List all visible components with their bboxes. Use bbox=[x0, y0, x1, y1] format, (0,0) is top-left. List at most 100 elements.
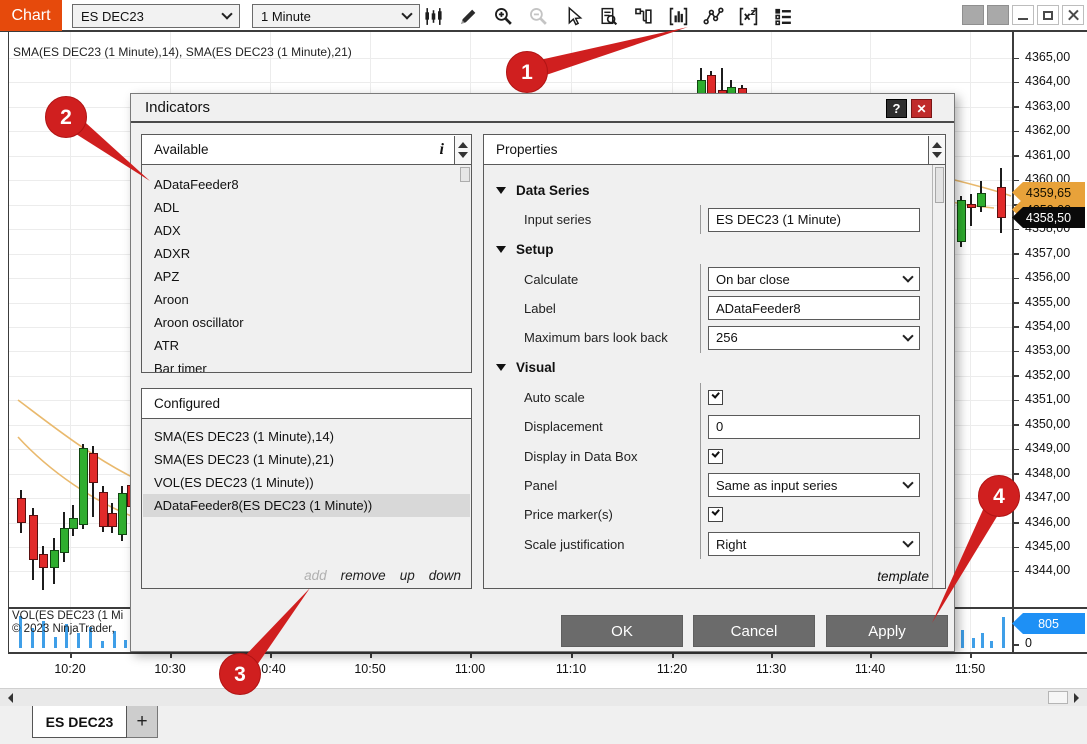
candle bbox=[89, 453, 98, 483]
property-label: Displacement bbox=[524, 419, 603, 434]
panel-select[interactable]: Same as input series bbox=[708, 473, 920, 497]
drawing-tools-icon[interactable] bbox=[700, 3, 726, 29]
up-link[interactable]: up bbox=[400, 568, 415, 583]
property-row: Display in Data Box bbox=[484, 441, 945, 470]
available-item[interactable]: Aroon oscillator bbox=[143, 311, 457, 334]
calculate-select[interactable]: On bar close bbox=[708, 267, 920, 291]
collapse-arrow-icon[interactable] bbox=[496, 187, 506, 199]
ok-button[interactable]: OK bbox=[561, 615, 683, 647]
available-scroll-spinner[interactable] bbox=[454, 136, 471, 164]
volume-panel-label: VOL(ES DEC23 (1 Mi bbox=[12, 610, 123, 622]
price-tick bbox=[1012, 473, 1019, 475]
chevron-down-icon[interactable] bbox=[932, 152, 942, 163]
restore-button[interactable] bbox=[1037, 5, 1059, 25]
properties-scrollbar[interactable] bbox=[932, 165, 945, 588]
scrollbar-thumb[interactable] bbox=[1048, 691, 1068, 704]
template-link[interactable]: template bbox=[877, 569, 929, 584]
interval-select[interactable]: 1 Minute bbox=[252, 4, 420, 28]
available-item[interactable]: ATR bbox=[143, 334, 457, 357]
apply-button[interactable]: Apply bbox=[826, 615, 948, 647]
chart-frame-left bbox=[8, 32, 9, 652]
available-item[interactable]: APZ bbox=[143, 265, 457, 288]
collapse-arrow-icon[interactable] bbox=[496, 364, 506, 376]
label-input[interactable]: ADataFeeder8 bbox=[708, 296, 920, 320]
input-series-input[interactable]: ES DEC23 (1 Minute) bbox=[708, 208, 920, 232]
dialog-close-button[interactable]: ✕ bbox=[911, 99, 932, 118]
configured-item[interactable]: ADataFeeder8(ES DEC23 (1 Minute)) bbox=[143, 494, 470, 517]
property-row: PanelSame as input series bbox=[484, 471, 945, 500]
maximum-bars-look-back-select[interactable]: 256 bbox=[708, 326, 920, 350]
price-tick bbox=[1012, 375, 1019, 377]
price-tick bbox=[1012, 229, 1019, 231]
add-tab-button[interactable]: + bbox=[127, 706, 158, 738]
column-divider bbox=[700, 205, 701, 234]
cancel-button[interactable]: Cancel bbox=[693, 615, 815, 647]
candle bbox=[967, 204, 976, 208]
zoom-in-icon[interactable] bbox=[490, 3, 516, 29]
available-scrollbar-thumb[interactable] bbox=[460, 167, 470, 182]
collapse-arrow-icon[interactable] bbox=[496, 246, 506, 258]
down-link[interactable]: down bbox=[429, 568, 461, 583]
available-item[interactable]: Bar timer bbox=[143, 357, 457, 372]
price-tick-label: 4351,00 bbox=[1025, 392, 1070, 406]
chevron-up-icon[interactable] bbox=[932, 137, 942, 148]
panel-toggle-1-button[interactable] bbox=[962, 5, 984, 25]
available-item[interactable]: ADL bbox=[143, 196, 457, 219]
chart-trader-icon[interactable] bbox=[630, 3, 656, 29]
chart-menu-tab[interactable]: Chart bbox=[0, 0, 62, 31]
horizontal-scrollbar[interactable] bbox=[0, 688, 1087, 706]
available-item[interactable]: ADXR bbox=[143, 242, 457, 265]
available-item[interactable]: ADataFeeder8 bbox=[143, 173, 457, 196]
price-axis-line[interactable] bbox=[1012, 32, 1014, 652]
close-button[interactable] bbox=[1062, 5, 1084, 25]
volume-zero-tick bbox=[1012, 644, 1019, 646]
dialog-titlebar[interactable]: Indicators ? ✕ bbox=[131, 94, 954, 123]
strategies-icon[interactable] bbox=[735, 3, 761, 29]
property-label: Price marker(s) bbox=[524, 507, 613, 522]
properties-scrollbar-thumb[interactable] bbox=[935, 167, 944, 203]
indicators-icon[interactable] bbox=[665, 3, 691, 29]
property-group-header[interactable]: Visual bbox=[484, 353, 945, 383]
info-icon[interactable]: i bbox=[440, 141, 454, 159]
auto-scale-checkbox[interactable] bbox=[708, 390, 723, 405]
properties-scroll-spinner[interactable] bbox=[928, 136, 945, 164]
time-tick-label: 10:30 bbox=[154, 662, 185, 676]
checkmark-icon bbox=[711, 507, 719, 515]
property-row: Displacement 0 bbox=[484, 412, 945, 441]
available-item[interactable]: ADX bbox=[143, 219, 457, 242]
instrument-select[interactable]: ES DEC23 bbox=[72, 4, 240, 28]
column-divider bbox=[700, 264, 701, 293]
displacement-input[interactable]: 0 bbox=[708, 415, 920, 439]
minimize-button[interactable] bbox=[1012, 5, 1034, 25]
scroll-left-arrow-icon[interactable] bbox=[3, 693, 13, 703]
configured-item[interactable]: VOL(ES DEC23 (1 Minute)) bbox=[143, 471, 457, 494]
scale-justification-select[interactable]: Right bbox=[708, 532, 920, 556]
price-marker-s--checkbox[interactable] bbox=[708, 507, 723, 522]
property-group-header[interactable]: Setup bbox=[484, 234, 945, 264]
copyright-label: © 2023 NinjaTrader, bbox=[12, 623, 115, 635]
tab-es-dec23[interactable]: ES DEC23 bbox=[32, 706, 127, 738]
column-divider bbox=[700, 530, 701, 559]
volume-bar bbox=[54, 637, 57, 648]
help-button[interactable]: ? bbox=[886, 99, 907, 118]
property-group-header[interactable]: Data Series bbox=[484, 175, 945, 205]
cursor-icon[interactable] bbox=[560, 3, 586, 29]
scroll-right-arrow-icon[interactable] bbox=[1074, 693, 1084, 703]
display-in-data-box-checkbox[interactable] bbox=[708, 449, 723, 464]
draw-icon[interactable] bbox=[455, 3, 481, 29]
configured-item[interactable]: SMA(ES DEC23 (1 Minute),21) bbox=[143, 448, 457, 471]
instrument-select-value: ES DEC23 bbox=[81, 9, 223, 24]
available-item[interactable]: Aroon bbox=[143, 288, 457, 311]
chevron-down-icon[interactable] bbox=[458, 152, 468, 163]
chart-style-icon[interactable] bbox=[420, 3, 446, 29]
chevron-down-icon bbox=[902, 537, 913, 548]
data-box-icon[interactable] bbox=[595, 3, 621, 29]
chevron-up-icon[interactable] bbox=[458, 137, 468, 148]
price-tick-label: 4355,00 bbox=[1025, 295, 1070, 309]
price-tick-label: 4365,00 bbox=[1025, 50, 1070, 64]
candle bbox=[39, 554, 48, 568]
panel-toggle-2-button[interactable] bbox=[987, 5, 1009, 25]
configured-item[interactable]: SMA(ES DEC23 (1 Minute),14) bbox=[143, 425, 457, 448]
properties-list-icon[interactable] bbox=[770, 3, 796, 29]
remove-link[interactable]: remove bbox=[341, 568, 386, 583]
